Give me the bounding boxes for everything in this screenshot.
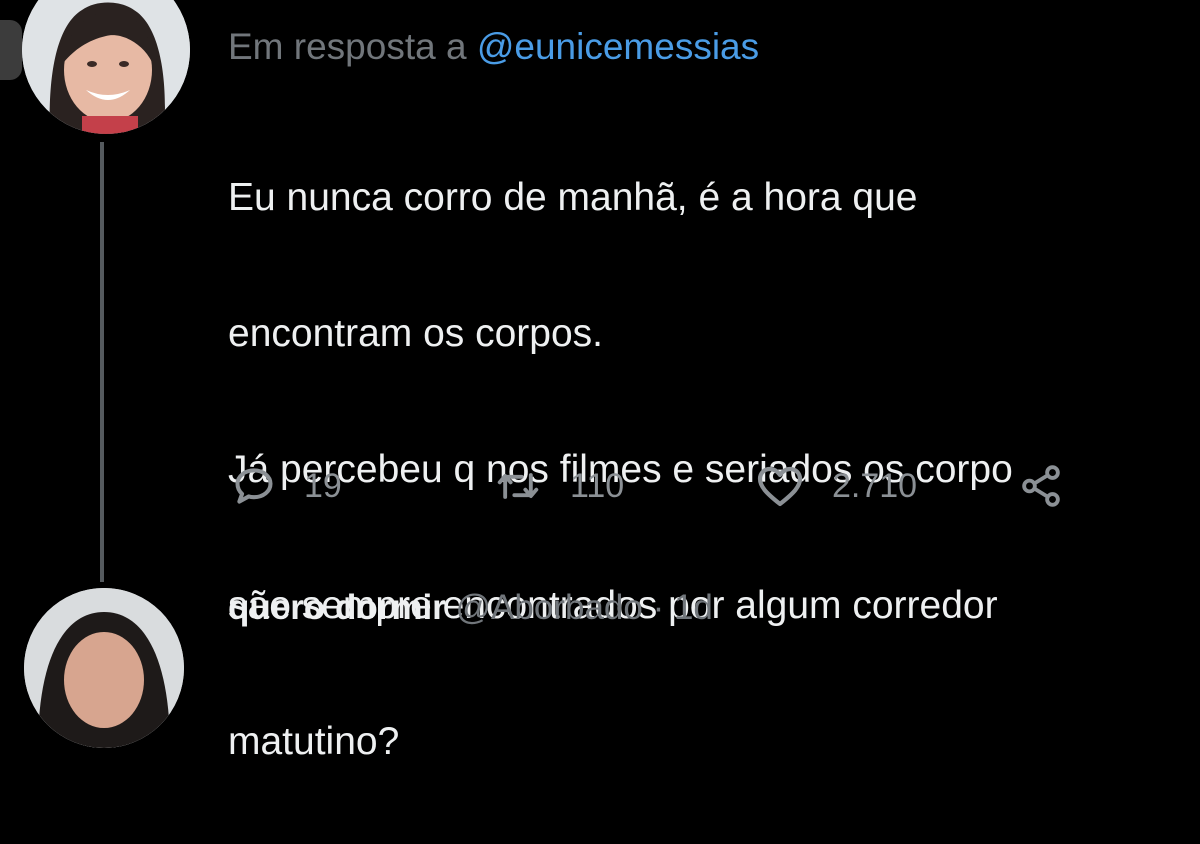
display-name[interactable]: quero dormir — [228, 588, 446, 627]
heart-icon — [757, 466, 803, 507]
like-button[interactable]: 2.710 — [756, 458, 917, 514]
retweet-icon — [497, 473, 539, 499]
avatar-photo — [22, 0, 190, 134]
tweet-text-line: Eu nunca corro de manhã, é a hora que — [228, 176, 918, 219]
author-avatar[interactable] — [22, 0, 190, 134]
avatar-photo — [24, 588, 184, 748]
reply-icon — [235, 468, 273, 504]
reply-context: Em resposta a @eunicemessias — [228, 26, 759, 68]
share-button[interactable] — [1018, 458, 1064, 514]
reply-button[interactable]: 19 — [232, 458, 342, 514]
share-icon — [1022, 465, 1060, 507]
like-count: 2.710 — [832, 466, 918, 505]
reply-context-prefix: Em resposta a — [228, 26, 477, 67]
reply-author-avatar[interactable] — [24, 588, 184, 748]
tweet-text-line: matutino? — [228, 720, 400, 763]
retweet-count: 110 — [570, 466, 625, 505]
tweet-text-line: encontram os corpos. — [228, 312, 604, 355]
retweet-button[interactable]: 110 — [494, 458, 624, 514]
username-and-time: @Aborbado · 1d — [455, 588, 713, 627]
reply-mention-link[interactable]: @eunicemessias — [477, 26, 759, 67]
next-tweet-header: quero dormir @Aborbado · 1d — [228, 588, 713, 628]
reply-count: 19 — [304, 466, 342, 505]
cropped-element — [0, 20, 22, 80]
thread-connector-line — [100, 142, 104, 582]
